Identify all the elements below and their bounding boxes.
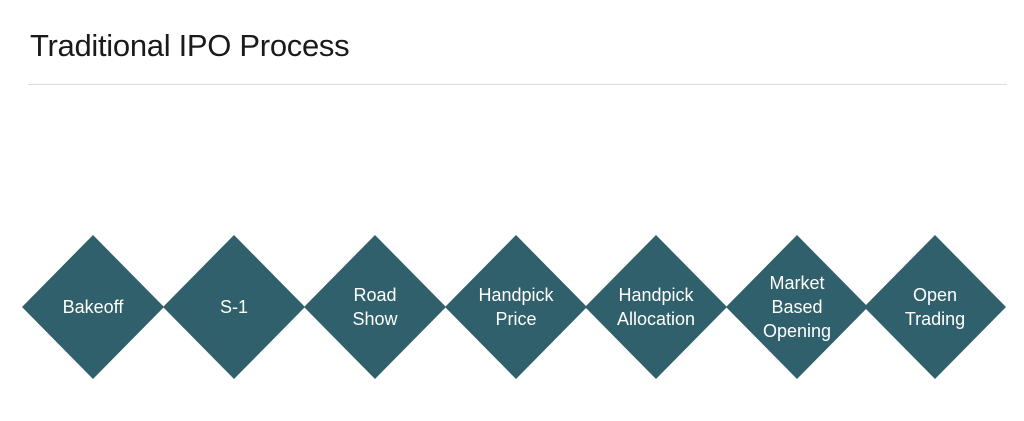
process-step-bakeoff: Bakeoff [22, 235, 164, 379]
process-step-market-based-opening: Market Based Opening [726, 235, 868, 379]
step-label: Bakeoff [62, 297, 124, 317]
step-label: Handpick Allocation [616, 285, 696, 329]
process-step-road-show: Road Show [304, 235, 446, 379]
step-label: Market Based Opening [762, 273, 832, 341]
step-label: Handpick Price [478, 285, 554, 329]
slide: Traditional IPO Process Bakeoff S-1 Road… [0, 0, 1024, 421]
process-step-handpick-allocation: Handpick Allocation [585, 235, 727, 379]
process-step-s1: S-1 [163, 235, 305, 379]
step-label: Open Trading [904, 285, 966, 329]
process-steps: Bakeoff S-1 Road Show Handpick Price Han [0, 0, 1024, 421]
process-step-open-trading: Open Trading [864, 235, 1006, 379]
step-label: S-1 [219, 297, 248, 317]
step-label: Road Show [352, 285, 398, 329]
process-step-handpick-price: Handpick Price [445, 235, 587, 379]
